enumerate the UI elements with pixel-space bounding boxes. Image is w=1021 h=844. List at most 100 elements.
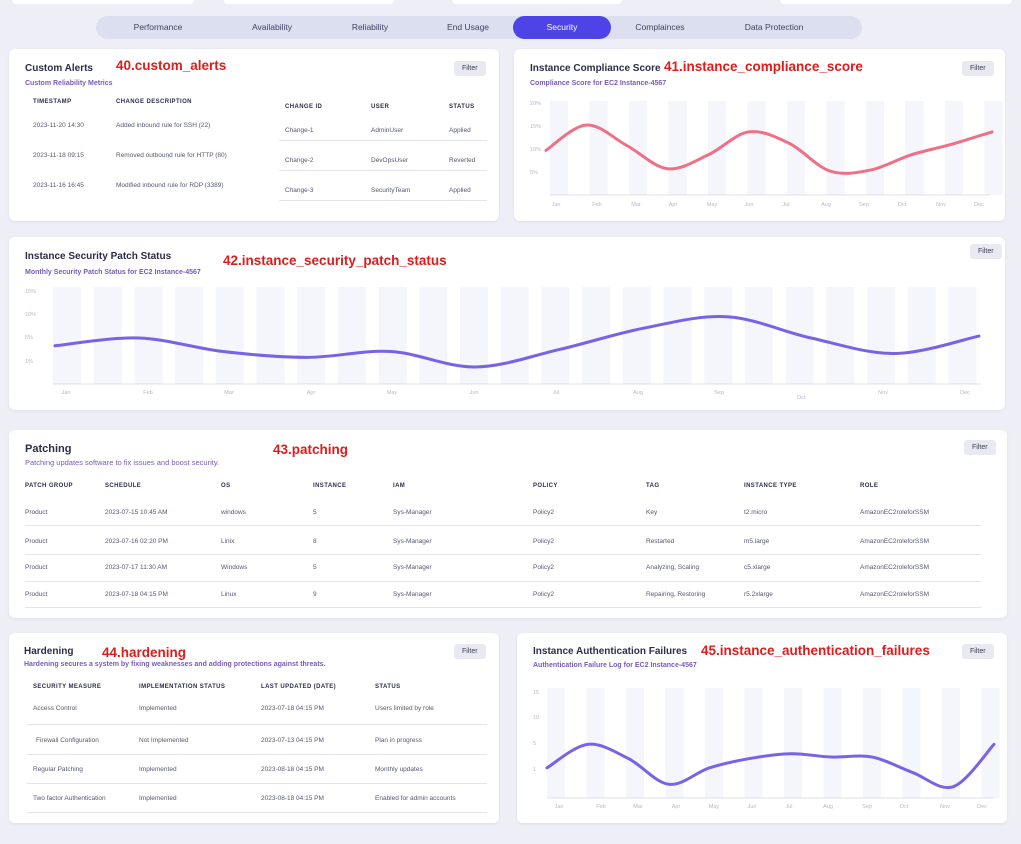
table-cell: Change-2 <box>285 157 314 164</box>
table-cell: Policy2 <box>533 591 554 598</box>
x-tick-label: Apr <box>672 804 681 810</box>
row-divider <box>25 581 981 582</box>
x-tick-label: Sep <box>714 390 724 396</box>
x-tick-label: Jul <box>782 202 789 208</box>
table-cell: 2023-11-16 16:45 <box>33 182 84 189</box>
compliance-score-card: Instance Compliance Score Compliance Sco… <box>514 49 1005 221</box>
grid-bar <box>744 688 763 798</box>
table-cell: Linux <box>221 591 237 598</box>
x-tick-label: Mar <box>224 390 234 396</box>
filter-button[interactable]: Filter <box>454 644 486 659</box>
table-cell: Product <box>25 509 48 516</box>
grid-bar <box>981 688 1000 798</box>
card-stub <box>12 0 194 4</box>
y-tick-label: 10% <box>530 147 541 153</box>
grid-bar <box>626 688 644 798</box>
tab-availability[interactable]: Availability <box>218 16 326 39</box>
hardening-card: Hardening Hardening secures a system by … <box>9 633 499 823</box>
table-cell: 2023-07-13 04:15 PM <box>261 737 324 744</box>
grid-bar <box>256 287 285 384</box>
grid-bar <box>744 287 773 384</box>
card-subtitle: Hardening secures a system by fixing wea… <box>24 661 326 668</box>
table-cell: Reverted <box>449 157 476 164</box>
grid-bar <box>378 287 407 384</box>
table-cell: Applied <box>449 187 471 194</box>
section-tag: 43.patching <box>273 442 349 457</box>
grid-bar <box>747 101 766 195</box>
table-cell: Change-3 <box>285 187 314 194</box>
card-subtitle: Patching updates software to fix issues … <box>25 458 220 467</box>
table-cell: DevOpsUser <box>371 157 409 164</box>
column-header: SCHEDULE <box>105 483 142 489</box>
tab-reliability[interactable]: Reliability <box>316 16 424 39</box>
card-stub <box>224 0 394 4</box>
x-tick-label: Oct <box>797 395 806 401</box>
row-divider <box>27 812 487 813</box>
table-cell: 2023-11-20 14:30 <box>33 122 84 129</box>
grid-bar <box>826 101 845 195</box>
table-cell: Implemented <box>139 795 177 802</box>
x-tick-label: Apr <box>307 390 316 396</box>
y-tick-label: 10% <box>25 312 36 318</box>
auth-failures-line-chart: 15 10 5 1 Jan Feb Mar Apr May Jun Jul Aug Sep Oct Nov D… <box>533 688 1000 810</box>
grid-bar <box>663 287 692 384</box>
patch-status-card: Instance Security Patch Status Monthly S… <box>9 237 1005 410</box>
table-cell: c5.xlarge <box>744 564 771 571</box>
x-tick-label: Feb <box>592 202 601 208</box>
x-tick-label: Aug <box>823 804 833 810</box>
tab-complainces[interactable]: Complainces <box>608 16 712 39</box>
table-cell: Implemented <box>139 766 177 773</box>
column-header: TIMESTAMP <box>33 99 72 105</box>
table-cell: 2023-07-17 11:30 AM <box>105 564 168 571</box>
card-subtitle: Custom Reliability Metrics <box>25 80 113 87</box>
tab-data-protection[interactable]: Data Protection <box>720 16 828 39</box>
section-tag: 40.custom_alerts <box>116 58 227 73</box>
x-tick-label: Apr <box>669 202 678 208</box>
table-cell: Not Implemented <box>139 737 189 744</box>
table-cell: Policy2 <box>533 538 554 545</box>
grid-bar <box>866 101 884 195</box>
column-header: OS <box>221 483 231 489</box>
table-cell: Sys-Manager <box>393 509 432 516</box>
grid-bar <box>175 287 204 384</box>
x-tick-label: Jan <box>552 202 561 208</box>
column-header: IAM <box>393 483 406 489</box>
column-header: CHANGE DESCRIPTION <box>116 99 192 105</box>
x-tick-label: May <box>387 390 398 396</box>
row-divider <box>25 525 981 526</box>
filter-button[interactable]: Filter <box>454 61 486 76</box>
tab-performance[interactable]: Performance <box>104 16 212 39</box>
x-tick-label: Feb <box>596 804 605 810</box>
table-cell: Windows <box>221 564 248 571</box>
card-stub <box>780 0 1012 4</box>
x-tick-label: Oct <box>900 804 909 810</box>
table-cell: 5 <box>313 564 317 571</box>
table-cell: Added inbound rule for SSH (22) <box>116 122 211 129</box>
x-tick-label: Aug <box>633 390 643 396</box>
y-tick-label: 5% <box>530 170 538 176</box>
grid-bar <box>784 688 802 798</box>
column-header: ROLE <box>860 483 879 489</box>
compliance-line-chart: 20% 15% 10% 5% Jan Feb Mar Apr May Jun Jul Aug Sep Oc… <box>530 101 1003 208</box>
x-tick-label: Sep <box>859 202 869 208</box>
grid-bar <box>826 287 855 384</box>
x-tick-label: Sep <box>862 804 872 810</box>
auth-failures-card: Instance Authentication Failures Authent… <box>517 633 1007 823</box>
grid-bar <box>984 101 1003 195</box>
tab-end-usage[interactable]: End Usage <box>414 16 522 39</box>
x-tick-label: Nov <box>936 202 946 208</box>
filter-button[interactable]: Filter <box>964 440 996 455</box>
tab-security[interactable]: Security <box>513 16 611 39</box>
y-tick-label: 15% <box>530 124 541 130</box>
table-cell: Repairing, Restoring <box>646 591 706 598</box>
column-header: LAST UPDATED (DATE) <box>261 684 337 690</box>
table-cell: 2023-08-18 04:15 PM <box>261 766 324 773</box>
table-cell: r5.2xlarge <box>744 591 773 598</box>
grid-bar <box>134 287 163 384</box>
x-tick-label: Jul <box>552 390 559 396</box>
table-cell: Analyzing, Scaling <box>646 564 700 571</box>
table-cell: Policy2 <box>533 564 554 571</box>
column-header: IMPLEMENTATION STATUS <box>139 684 226 690</box>
table-cell: Product <box>25 564 48 571</box>
x-tick-label: Jun <box>748 804 757 810</box>
